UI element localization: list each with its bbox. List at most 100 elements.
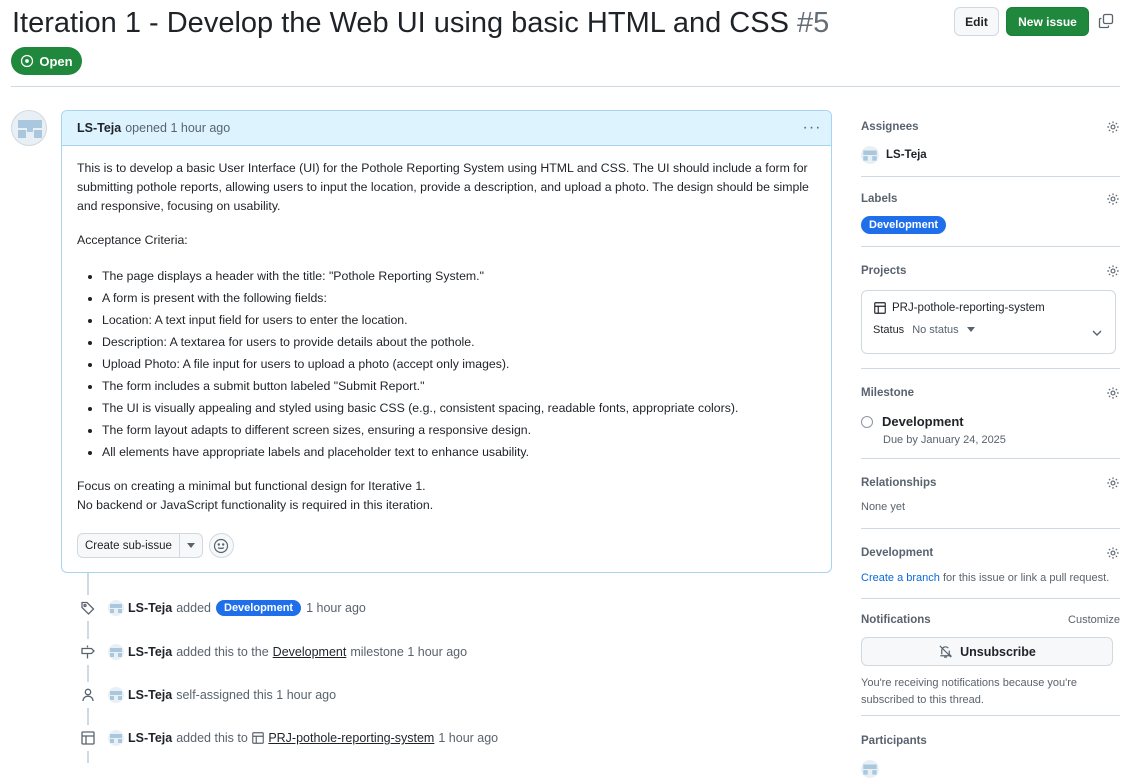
issue-open-icon — [21, 54, 34, 68]
milestone-header: Milestone — [861, 384, 1120, 402]
relationships-header: Relationships — [861, 474, 1120, 492]
list-item: Location: A text input field for users t… — [102, 309, 816, 331]
divider — [861, 598, 1120, 599]
avatar[interactable] — [108, 730, 124, 746]
relationships-value: None yet — [861, 501, 906, 513]
comment-actions: Create sub-issue — [77, 533, 234, 558]
issue-body-comment: LS-Teja opened 1 hour ago ··· This is to… — [61, 110, 832, 573]
timeline-author[interactable]: LS-Teja — [128, 688, 172, 702]
timeline-author[interactable]: LS-Teja — [128, 645, 172, 659]
author-avatar[interactable] — [11, 110, 47, 146]
comment-header: LS-Teja opened 1 hour ago ··· — [62, 111, 831, 146]
milestone-icon — [75, 639, 101, 665]
timeline-event-label: LS-Teja added Development 1 hour ago — [75, 595, 366, 621]
milestone-link[interactable]: Development — [273, 645, 347, 659]
header-divider — [11, 86, 1120, 87]
timeline-author[interactable]: LS-Teja — [128, 731, 172, 745]
sidebar-projects: Projects PRJ-pothole-reporting-system St… — [861, 262, 1120, 354]
table-icon — [252, 732, 265, 744]
sidebar-milestone: Milestone Development Due by January 24,… — [861, 384, 1120, 446]
projects-header: Projects — [861, 262, 1120, 280]
copy-link-icon[interactable] — [1098, 13, 1114, 29]
avatar — [861, 146, 879, 164]
sidebar-notifications: Notifications Customize Unsubscribe You'… — [861, 611, 1120, 709]
notifications-heading: Notifications — [861, 614, 931, 626]
project-status-row: Status No status — [873, 324, 1104, 336]
more-options-icon[interactable]: ··· — [801, 117, 823, 139]
development-text: Create a branch for this issue or link a… — [861, 572, 1120, 584]
issue-state-badge: Open — [11, 47, 82, 75]
divider — [861, 176, 1120, 177]
gear-icon[interactable] — [1106, 546, 1120, 560]
labels-heading: Labels — [861, 193, 898, 205]
project-name-row[interactable]: PRJ-pothole-reporting-system — [873, 301, 1104, 315]
list-item: A form is present with the following fie… — [102, 287, 816, 309]
new-issue-button[interactable]: New issue — [1006, 7, 1089, 36]
assignee-name[interactable]: LS-Teja — [886, 149, 927, 161]
create-subissue-button[interactable]: Create sub-issue — [77, 533, 203, 558]
timeline-time[interactable]: 1 hour ago — [306, 601, 366, 615]
issue-title-text: Iteration 1 - Develop the Web UI using b… — [12, 7, 789, 39]
milestone-due: Due by January 24, 2025 — [883, 434, 1006, 446]
unsubscribe-button[interactable]: Unsubscribe — [861, 637, 1113, 666]
sidebar-development: Development Create a branch for this iss… — [861, 544, 1120, 584]
divider — [861, 246, 1120, 247]
label-badge[interactable]: Development — [216, 600, 302, 616]
avatar[interactable] — [108, 687, 124, 703]
milestone-progress-icon — [861, 415, 873, 428]
development-description: for this issue or link a pull request. — [942, 572, 1110, 584]
avatar[interactable] — [108, 600, 124, 616]
comment-closing: Focus on creating a minimal but function… — [77, 477, 816, 515]
timeline-time[interactable]: 1 hour ago — [438, 731, 498, 745]
timeline-time[interactable]: 1 hour ago — [276, 688, 336, 702]
gear-icon[interactable] — [1106, 192, 1120, 206]
project-card: PRJ-pothole-reporting-system Status No s… — [861, 290, 1116, 354]
chevron-down-icon[interactable] — [1091, 327, 1103, 339]
assignees-header: Assignees — [861, 118, 1120, 136]
sidebar-relationships: Relationships None yet — [861, 474, 1120, 513]
triangle-down-icon[interactable] — [966, 327, 975, 333]
participants-heading: Participants — [861, 735, 927, 747]
identicon-icon — [18, 120, 42, 138]
list-item: The page displays a header with the titl… — [102, 265, 816, 287]
label-badge[interactable]: Development — [861, 216, 947, 234]
avatar[interactable] — [108, 644, 124, 660]
status-dropdown[interactable]: No status — [912, 324, 958, 336]
milestone-item[interactable]: Development — [861, 414, 1120, 429]
timeline-author[interactable]: LS-Teja — [128, 601, 172, 615]
gear-icon[interactable] — [1106, 386, 1120, 400]
milestone-name[interactable]: Development — [882, 414, 964, 429]
development-header: Development — [861, 544, 1120, 562]
customize-link[interactable]: Customize — [1068, 614, 1120, 626]
comment-time[interactable]: 1 hour ago — [170, 121, 230, 135]
sidebar-labels: Labels Development — [861, 190, 1120, 234]
closing-line-2: No backend or JavaScript functionality i… — [77, 498, 434, 512]
edit-button[interactable]: Edit — [954, 7, 999, 36]
create-branch-link[interactable]: Create a branch — [861, 572, 940, 584]
timeline-time[interactable]: 1 hour ago — [407, 645, 467, 659]
notifications-header: Notifications Customize — [861, 611, 1120, 629]
list-item: All elements have appropriate labels and… — [102, 441, 816, 463]
criteria-list: The page displays a header with the titl… — [102, 265, 816, 463]
project-link[interactable]: PRJ-pothole-reporting-system — [268, 731, 434, 745]
add-reaction-button[interactable] — [208, 533, 234, 558]
gear-icon[interactable] — [1106, 264, 1120, 278]
development-heading: Development — [861, 547, 934, 559]
criteria-heading: Acceptance Criteria: — [77, 233, 188, 247]
comment-intro: This is to develop a basic User Interfac… — [77, 161, 809, 213]
triangle-down-icon[interactable] — [180, 534, 202, 557]
comment-author[interactable]: LS-Teja — [77, 121, 121, 135]
create-subissue-label[interactable]: Create sub-issue — [78, 534, 180, 557]
timeline-action: added this to the — [176, 645, 269, 659]
issue-number: #5 — [797, 7, 830, 39]
assignee-item[interactable]: LS-Teja — [861, 146, 1120, 164]
gear-icon[interactable] — [1106, 120, 1120, 134]
list-item: The form includes a submit button labele… — [102, 375, 816, 397]
participant-avatar[interactable] — [861, 760, 879, 778]
status-label: Status — [873, 324, 905, 336]
gear-icon[interactable] — [1106, 476, 1120, 490]
timeline-suffix: milestone — [350, 645, 404, 659]
project-name[interactable]: PRJ-pothole-reporting-system — [892, 302, 1045, 314]
list-item: The form layout adapts to different scre… — [102, 419, 816, 441]
unsubscribe-label[interactable]: Unsubscribe — [960, 645, 1036, 659]
